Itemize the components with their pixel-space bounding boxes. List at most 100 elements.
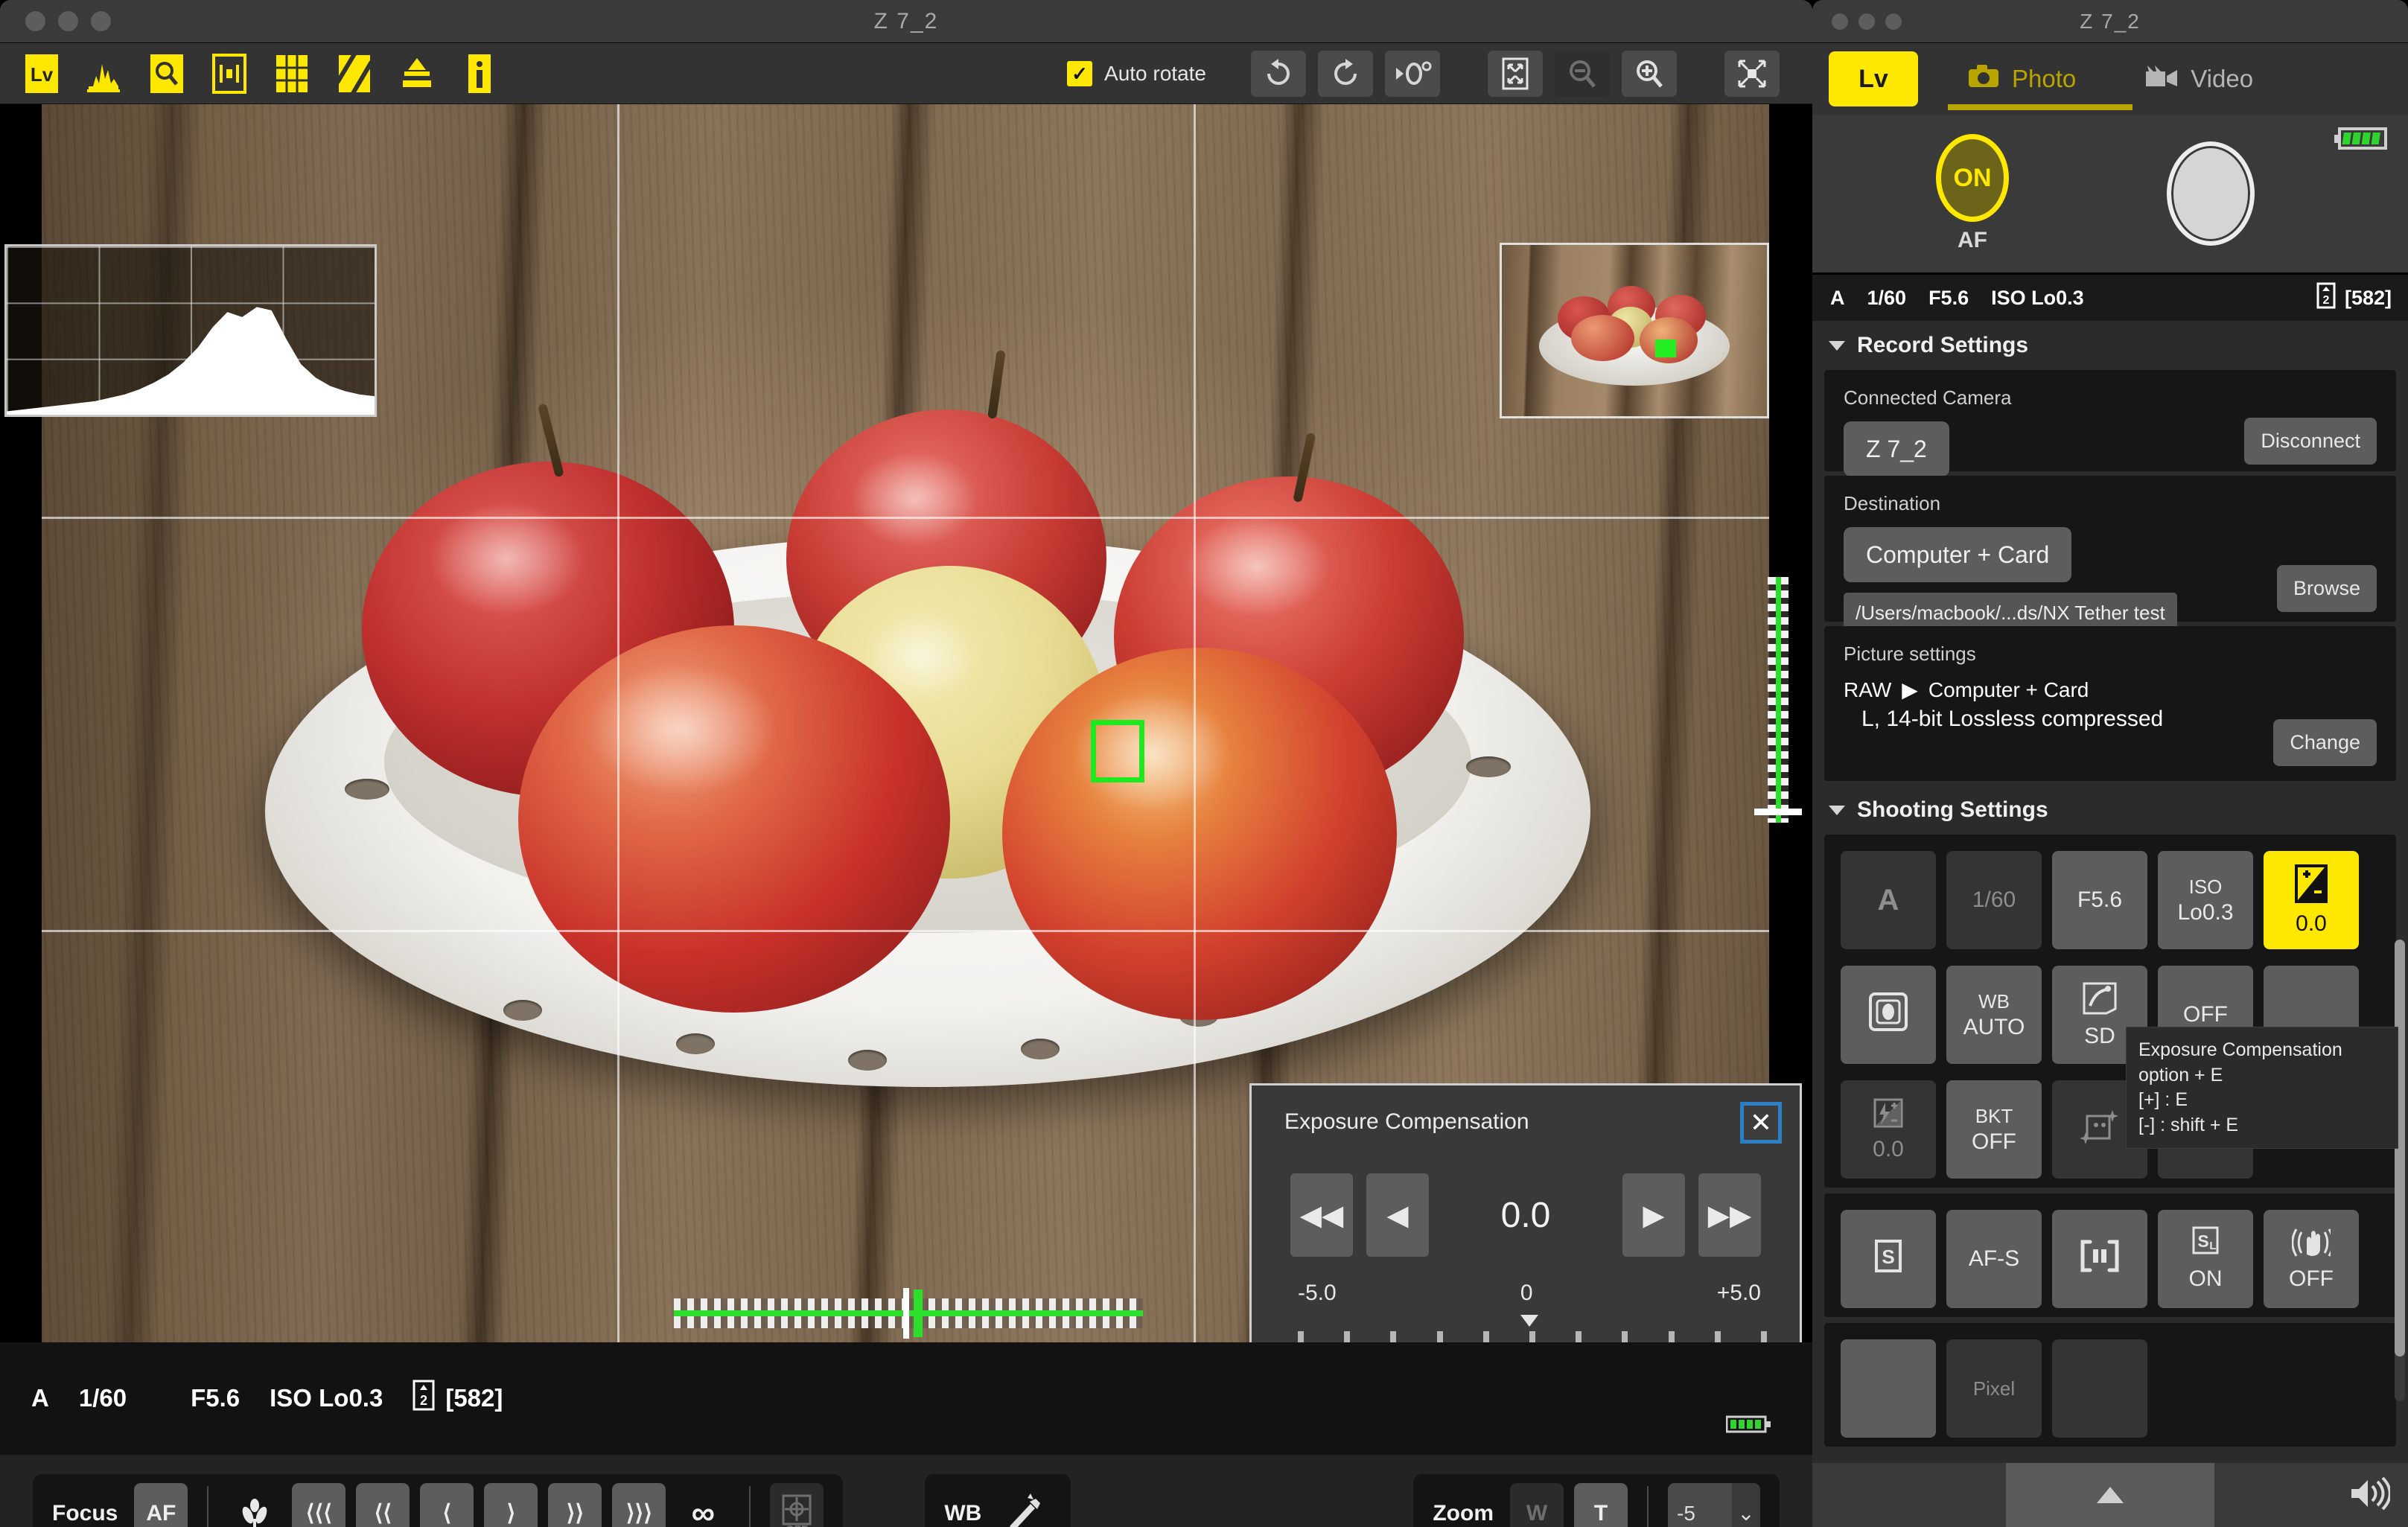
change-picture-settings-button[interactable]: Change bbox=[2273, 719, 2377, 766]
exposure-comp-value: 0.0 bbox=[2296, 911, 2327, 936]
row5-button-1[interactable] bbox=[1841, 1339, 1936, 1438]
close-window-button[interactable] bbox=[25, 11, 45, 31]
slider-tick bbox=[1344, 1331, 1351, 1342]
focus-step-fwd-3-button[interactable]: ⟩⟩⟩ bbox=[612, 1482, 666, 1527]
focus-step-back-1-button[interactable]: ⟨ bbox=[420, 1482, 474, 1527]
live-view-area[interactable]: Exposure Compensation ✕ ◀◀ ◀ 0.0 ▶ ▶▶ -5… bbox=[0, 104, 1812, 1342]
shutter-speed-button[interactable]: 1/60 bbox=[1946, 851, 2042, 949]
white-balance-eyedropper-icon[interactable] bbox=[998, 1483, 1051, 1527]
af-button[interactable]: AF bbox=[134, 1482, 188, 1527]
af-toggle-label: AF bbox=[1958, 228, 1987, 252]
vibration-reduction-button[interactable]: OFF bbox=[2264, 1210, 2359, 1308]
zoom-wide-button[interactable]: W bbox=[1510, 1482, 1564, 1527]
fit-to-window-button[interactable] bbox=[1488, 50, 1543, 97]
exposure-mode-button[interactable]: A bbox=[1841, 851, 1936, 949]
row5-button-3[interactable] bbox=[2052, 1339, 2147, 1438]
camera-icon bbox=[1967, 63, 2000, 95]
disconnect-button[interactable]: Disconnect bbox=[2244, 418, 2377, 465]
maximize-window-button[interactable] bbox=[91, 11, 111, 31]
af-toggle-group[interactable]: ON AF bbox=[1936, 134, 2009, 253]
zoom-out-button[interactable] bbox=[1555, 50, 1610, 97]
rotate-right-button[interactable] bbox=[1318, 50, 1373, 97]
focus-step-back-3-button[interactable]: ⟨⟨⟨ bbox=[292, 1482, 346, 1527]
focus-step-fwd-2-button[interactable]: ⟩⟩ bbox=[548, 1482, 602, 1527]
shutter-release-button[interactable] bbox=[2167, 141, 2255, 246]
side-slot-icon: 2 bbox=[2316, 282, 2336, 314]
grid-icon[interactable] bbox=[271, 53, 313, 95]
iso-button[interactable]: ISO Lo0.3 bbox=[2158, 851, 2253, 949]
shutter-speed-value: 1/60 bbox=[1972, 887, 2016, 912]
side-close-window-button[interactable] bbox=[1832, 13, 1848, 30]
af-area-mode-button[interactable] bbox=[2052, 1210, 2147, 1308]
window-controls[interactable] bbox=[25, 11, 111, 31]
flower-macro-icon[interactable] bbox=[228, 1483, 281, 1527]
zoom-tele-button[interactable]: T bbox=[1574, 1482, 1628, 1527]
picture-format-line: RAW ▶ Computer + Card bbox=[1844, 678, 2377, 702]
destination-label: Destination bbox=[1844, 492, 1941, 514]
destination-value[interactable]: Computer + Card bbox=[1844, 527, 2072, 582]
exposure-fast-decrease-button[interactable]: ◀◀ bbox=[1290, 1173, 1353, 1257]
focus-frame-icon[interactable] bbox=[208, 53, 250, 95]
navigator-thumbnail[interactable] bbox=[1500, 243, 1769, 418]
release-mode-button[interactable]: S bbox=[1841, 1210, 1936, 1308]
auto-rotate-control[interactable]: ✓ Auto rotate bbox=[1067, 60, 1206, 86]
metering-mode-button[interactable] bbox=[1841, 966, 1936, 1064]
status-shutter: 1/60 bbox=[78, 1384, 127, 1412]
highlight-stripes-icon[interactable] bbox=[334, 52, 375, 95]
auto-rotate-checkbox[interactable]: ✓ bbox=[1067, 60, 1093, 86]
aperture-button[interactable]: F5.6 bbox=[2052, 851, 2147, 949]
tab-video[interactable]: Video bbox=[2125, 43, 2272, 115]
video-camera-icon bbox=[2144, 64, 2179, 94]
chevron-down-icon[interactable] bbox=[1829, 805, 1845, 815]
side-maximize-window-button[interactable] bbox=[1885, 13, 1902, 30]
browse-button[interactable]: Browse bbox=[2276, 565, 2377, 612]
focus-step-fwd-1-button[interactable]: ⟩ bbox=[484, 1482, 538, 1527]
chevron-down-icon[interactable]: ⌄ bbox=[1732, 1482, 1760, 1527]
rotate-left-button[interactable] bbox=[1251, 50, 1306, 97]
collapse-panel-button[interactable] bbox=[2006, 1463, 2214, 1527]
record-settings-header[interactable]: Record Settings bbox=[1812, 321, 2408, 370]
reset-rotation-button[interactable] bbox=[1385, 50, 1440, 97]
connected-camera-value[interactable]: Z 7_2 bbox=[1844, 421, 1949, 476]
shooting-settings-header[interactable]: Shooting Settings bbox=[1812, 785, 2408, 835]
exposure-compensation-dialog[interactable]: Exposure Compensation ✕ ◀◀ ◀ 0.0 ▶ ▶▶ -5… bbox=[1249, 1083, 1802, 1342]
side-minimize-window-button[interactable] bbox=[1858, 13, 1875, 30]
exposure-decrease-button[interactable]: ◀ bbox=[1366, 1173, 1429, 1257]
focus-peaking-off-icon[interactable]: OFF bbox=[770, 1482, 824, 1527]
zoom-speed-select[interactable]: -5 ⌄ bbox=[1668, 1482, 1760, 1527]
metering-matrix-icon bbox=[1867, 991, 1909, 1039]
chevron-down-icon[interactable] bbox=[1829, 340, 1845, 351]
speaker-icon[interactable] bbox=[2348, 1476, 2392, 1515]
magnify-icon[interactable] bbox=[146, 53, 188, 95]
shooting-row-1: A 1/60 F5.6 ISO Lo0.3 0.0 bbox=[1826, 839, 2395, 954]
bracketing-label: BKT bbox=[1975, 1104, 2013, 1127]
side-live-view-button[interactable]: Lv bbox=[1829, 51, 1918, 106]
settings-scrollbar[interactable] bbox=[2395, 940, 2405, 1401]
af-focus-point-box[interactable] bbox=[1091, 720, 1144, 782]
bracketing-button[interactable]: BKT OFF bbox=[1946, 1080, 2042, 1179]
exposure-mode-value: A bbox=[1877, 883, 1899, 916]
level-icon[interactable] bbox=[396, 53, 438, 95]
zoom-in-button[interactable] bbox=[1622, 50, 1677, 97]
focus-mode-button[interactable]: AF-S bbox=[1946, 1210, 2042, 1308]
exposure-increase-button[interactable]: ▶ bbox=[1622, 1173, 1685, 1257]
exposure-compensation-button[interactable]: 0.0 bbox=[2264, 851, 2359, 949]
fullscreen-button[interactable] bbox=[1724, 50, 1780, 97]
live-view-icon[interactable]: Lv bbox=[21, 53, 63, 95]
silent-shutter-button[interactable]: SL ON bbox=[2158, 1210, 2253, 1308]
pixel-shift-button[interactable]: Pixel bbox=[1946, 1339, 2042, 1438]
tab-photo[interactable]: Photo bbox=[1948, 43, 2133, 115]
close-icon[interactable]: ✕ bbox=[1740, 1102, 1782, 1144]
exposure-fast-increase-button[interactable]: ▶▶ bbox=[1698, 1173, 1761, 1257]
flash-compensation-button[interactable]: 0.0 bbox=[1841, 1080, 1936, 1179]
af-on-toggle[interactable]: ON bbox=[1936, 134, 2009, 222]
scrollbar-thumb[interactable] bbox=[2395, 940, 2405, 1357]
white-balance-button[interactable]: WB AUTO bbox=[1946, 966, 2042, 1064]
focus-step-back-2-button[interactable]: ⟨⟨ bbox=[356, 1482, 410, 1527]
exposure-comp-icon bbox=[2294, 864, 2328, 910]
info-icon[interactable] bbox=[459, 53, 500, 95]
side-window-controls[interactable] bbox=[1832, 13, 1902, 30]
minimize-window-button[interactable] bbox=[58, 11, 78, 31]
histogram-icon[interactable] bbox=[83, 53, 125, 95]
exposure-slider[interactable] bbox=[1298, 1315, 1767, 1342]
